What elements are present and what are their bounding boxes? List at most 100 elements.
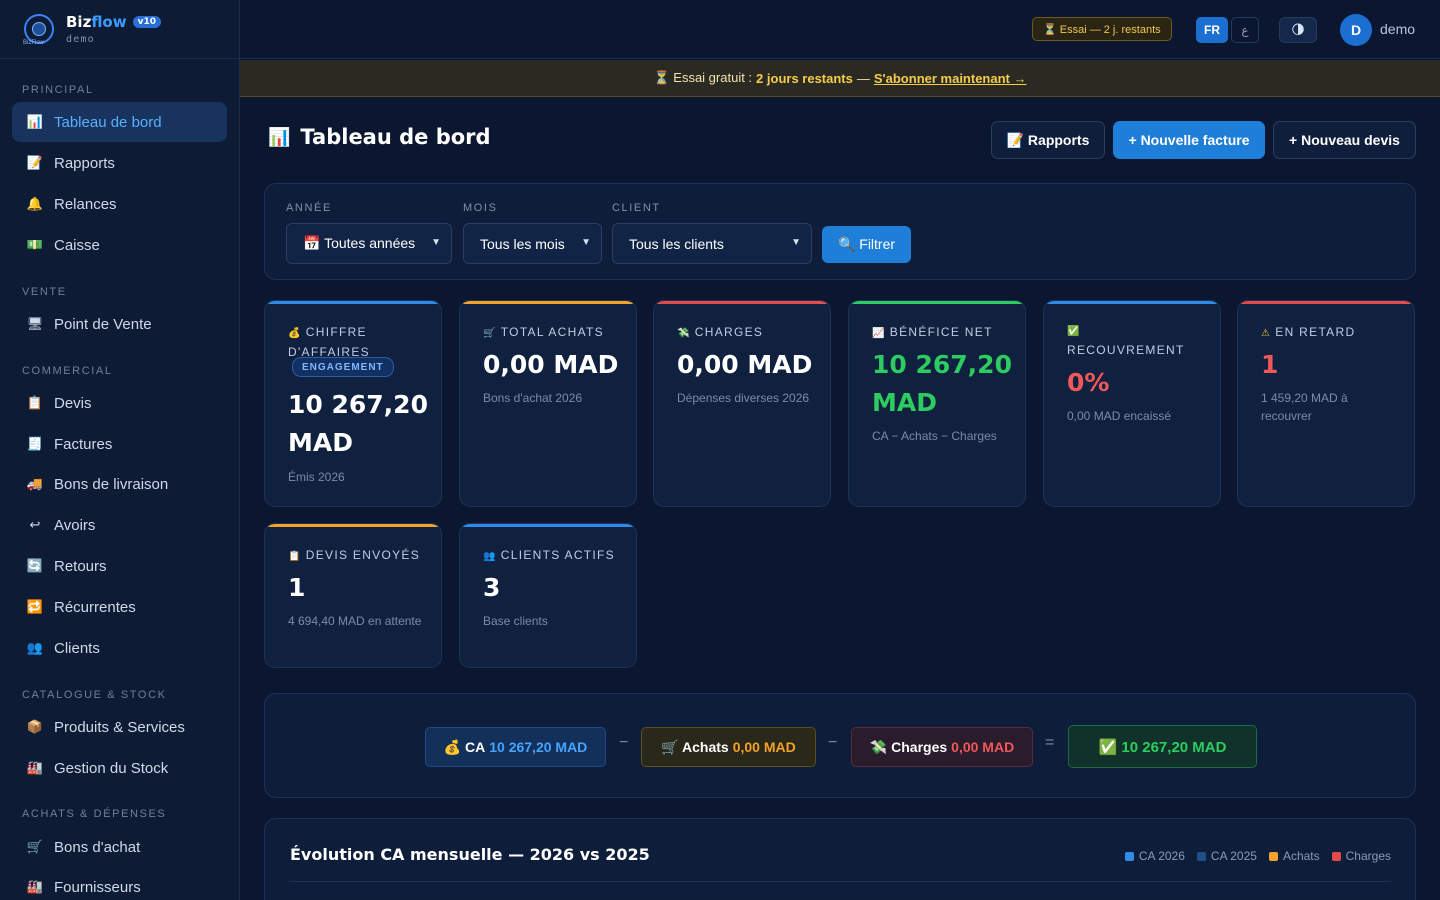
logo-icon: BizFlow: [23, 14, 54, 46]
document-icon: 📝: [26, 155, 44, 170]
bell-icon: 🔔: [26, 196, 44, 211]
legend-swatch: [1331, 851, 1341, 861]
sidebar-item-reminders[interactable]: 🔔 Relances: [12, 184, 227, 224]
kpi-label: 👥 CLIENTS ACTIFS: [483, 546, 623, 566]
client-select[interactable]: Tous les clients ▼: [612, 223, 812, 264]
formula-minus: −: [828, 734, 838, 751]
kpi-label: ✅ RECOUVREMENT: [1067, 323, 1207, 359]
legend-label: Charges: [1345, 849, 1391, 863]
legend-item[interactable]: Achats: [1268, 849, 1320, 863]
user-name[interactable]: demo: [1380, 21, 1415, 37]
formula-charges-value: 0,00 MAD: [951, 739, 1015, 755]
kpi-value: 1: [288, 573, 306, 602]
sidebar-item-dashboard[interactable]: 📊 Tableau de bord: [12, 102, 227, 142]
new-invoice-button[interactable]: + Nouvelle facture: [1113, 121, 1265, 159]
sidebar-item-label: Bons d'achat: [54, 838, 141, 856]
brand: BizFlow Biz flow v10 demo: [0, 0, 239, 59]
section-vente: VENTE: [22, 286, 67, 298]
sidebar-item-returns[interactable]: 🔄 Retours: [12, 546, 227, 586]
legend-label: CA 2025: [1210, 849, 1257, 863]
receipt-icon: 🧾: [26, 436, 44, 451]
formula-minus: −: [619, 734, 629, 751]
kpi-subtitle: 1 459,20 MAD à recouvrer: [1261, 391, 1348, 423]
sidebar-item-cash[interactable]: 💵 Caisse: [12, 225, 227, 265]
kpi-value: 10 267,20 MAD: [288, 390, 428, 457]
kpi-value: 1: [1261, 350, 1279, 379]
sidebar-item-clients[interactable]: 👥 Clients: [12, 628, 227, 668]
legend-swatch: [1268, 851, 1278, 861]
language-ar-button[interactable]: ع: [1231, 17, 1259, 43]
kpi-accent-bar: [460, 301, 636, 304]
filter-button[interactable]: 🔍 Filtrer: [822, 226, 911, 263]
month-select[interactable]: Tous les mois ▼: [463, 223, 602, 264]
money-wings-icon: 💸: [677, 328, 691, 339]
theme-icon: 🌗: [1291, 22, 1305, 37]
client-select-value: Tous les clients: [629, 235, 724, 252]
legend-item[interactable]: CA 2026: [1124, 849, 1185, 863]
sidebar-item-label: Relances: [54, 195, 117, 213]
sidebar-item-credit-notes[interactable]: ↩ Avoirs: [12, 505, 227, 545]
sidebar-item-quotes[interactable]: 📋 Devis: [12, 383, 227, 423]
legend-label: Achats: [1282, 849, 1320, 863]
month-label: MOIS: [463, 202, 498, 214]
sidebar-item-invoices[interactable]: 🧾 Factures: [12, 424, 227, 464]
kpi-label-text: BÉNÉFICE NET: [889, 325, 993, 339]
kpi-label-text: CHARGES: [694, 325, 764, 339]
kpi-card-revenue: 💰 CHIFFRE D'AFFAIRES ENGAGEMENT 10 267,20…: [264, 300, 442, 507]
sidebar-item-delivery-notes[interactable]: 🚚 Bons de livraison: [12, 464, 227, 504]
sidebar: BizFlow Biz flow v10 demo PRINCIPAL 📊 Tab…: [0, 0, 240, 900]
sidebar-item-reports[interactable]: 📝 Rapports: [12, 143, 227, 183]
trial-badge[interactable]: ⏳ Essai — 2 j. restants: [1032, 17, 1172, 41]
kpi-subtitle: 4 694,40 MAD en attente: [288, 614, 422, 628]
avatar[interactable]: D: [1340, 14, 1372, 46]
client-label: CLIENT: [612, 202, 661, 214]
monitor-icon: 🖥: [26, 316, 44, 331]
chevron-down-icon: ▼: [431, 237, 441, 248]
logo-caption: BizFlow: [23, 40, 45, 46]
sidebar-item-products[interactable]: 📦 Produits & Services: [12, 707, 227, 747]
year-label: ANNÉE: [286, 202, 332, 214]
kpi-value: 0%: [1067, 368, 1110, 397]
formula-charges-chip: 💸 Charges 0,00 MAD: [851, 727, 1033, 767]
chart-divider: [289, 881, 1391, 882]
truck-icon: 🚚: [26, 476, 44, 491]
cash-icon: 💵: [26, 237, 44, 252]
kpi-subtitle: 0,00 MAD encaissé: [1067, 409, 1172, 423]
sidebar-item-recurring[interactable]: 🔁 Récurrentes: [12, 587, 227, 627]
sidebar-item-stock[interactable]: 🏭 Gestion du Stock: [12, 748, 227, 788]
kpi-subtitle: Dépenses diverses 2026: [677, 391, 810, 405]
theme-toggle-button[interactable]: 🌗: [1279, 17, 1317, 43]
kpi-label-text: RECOUVREMENT: [1067, 343, 1185, 357]
chevron-down-icon: ▼: [791, 237, 801, 248]
sidebar-item-label: Clients: [54, 639, 100, 657]
kpi-subtitle: Émis 2026: [288, 470, 345, 484]
chart-title: Évolution CA mensuelle — 2026 vs 2025: [290, 845, 650, 864]
section-catalogue: CATALOGUE & STOCK: [22, 689, 167, 701]
kpi-value: 3: [483, 573, 501, 602]
formula-purchases-chip: 🛒 Achats 0,00 MAD: [641, 727, 816, 767]
sidebar-item-pos[interactable]: 🖥 Point de Vente: [12, 304, 227, 344]
kpi-card-quotes-sent: 📋 DEVIS ENVOYÉS 1 4 694,40 MAD en attente: [264, 523, 442, 668]
kpi-label-text: EN RETARD: [1275, 325, 1356, 339]
legend-item[interactable]: Charges: [1331, 849, 1391, 863]
kpi-value: 10 267,20 MAD: [872, 350, 1012, 417]
chart-icon: 📊: [26, 114, 44, 129]
clipboard-icon: 📋: [288, 551, 302, 562]
sidebar-item-purchase-orders[interactable]: 🛒 Bons d'achat: [12, 827, 227, 867]
trend-up-icon: 📈: [872, 328, 886, 339]
trial-banner: ⏳ Essai gratuit : 2 jours restants — S'a…: [240, 60, 1440, 97]
new-quote-button[interactable]: + Nouveau devis: [1273, 121, 1416, 159]
language-fr-button[interactable]: FR: [1196, 17, 1228, 43]
return-arrow-icon: ↩: [29, 517, 41, 532]
legend-item[interactable]: CA 2025: [1196, 849, 1257, 863]
users-icon: 👥: [483, 551, 497, 562]
formula-charges-label: 💸 Charges: [869, 738, 948, 755]
sidebar-item-label: Bons de livraison: [54, 475, 169, 493]
warehouse-icon: 🏭: [26, 760, 44, 775]
sidebar-item-suppliers[interactable]: 🏭 Fournisseurs: [12, 867, 227, 900]
reports-button[interactable]: 📝 Rapports: [991, 121, 1105, 159]
subscribe-link[interactable]: S'abonner maintenant →: [874, 71, 1027, 86]
sidebar-item-label: Point de Vente: [54, 315, 152, 333]
warning-icon: ⚠: [1261, 328, 1272, 339]
year-select[interactable]: 📅 Toutes années ▼: [286, 223, 452, 264]
